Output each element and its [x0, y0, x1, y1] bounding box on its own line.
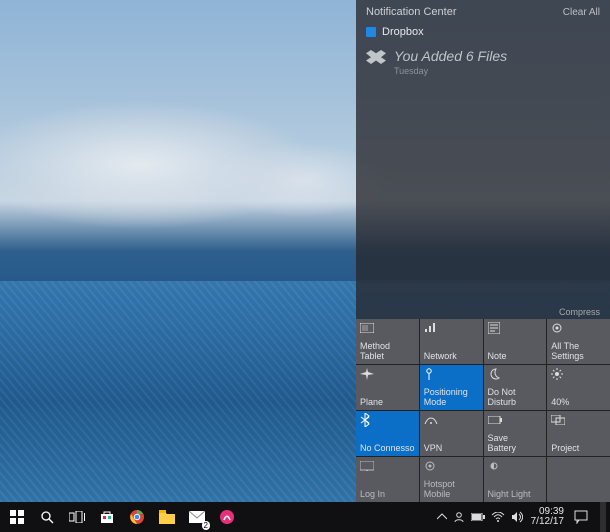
clear-all-button[interactable]: Clear All: [563, 7, 600, 18]
notification-item[interactable]: Dropbox You Added 6 Files Tuesday: [356, 22, 610, 78]
notification-headline: You Added 6 Files: [394, 48, 507, 64]
brightness-icon: [551, 368, 565, 380]
pinned-mail[interactable]: 2: [186, 506, 208, 528]
qa-connect[interactable]: Log In: [356, 457, 419, 502]
qa-label: All The Settings: [551, 342, 606, 361]
notification-center-panel: Notification Center Clear All Dropbox Yo…: [356, 0, 610, 502]
start-button[interactable]: [6, 506, 28, 528]
qa-label: Do Not Disturb: [488, 388, 543, 407]
clock-date: 7/12/17: [531, 517, 564, 527]
windows-icon: [10, 510, 24, 524]
tray-people-icon[interactable]: [453, 511, 465, 523]
gear-icon: [551, 322, 565, 334]
project-icon: [551, 414, 565, 426]
action-center-button[interactable]: [574, 510, 588, 524]
airplane-icon: [360, 368, 374, 380]
notification-app-name: Dropbox: [382, 26, 424, 38]
folder-icon: [159, 510, 175, 524]
collapse-button[interactable]: Compress: [559, 307, 600, 317]
qa-vpn[interactable]: VPN: [420, 411, 483, 456]
pinned-chrome[interactable]: [126, 506, 148, 528]
task-view-icon: [69, 511, 85, 523]
qa-label: VPN: [424, 444, 479, 453]
search-button[interactable]: [36, 506, 58, 528]
qa-label: Note: [488, 352, 543, 361]
connect-icon: [360, 460, 374, 472]
qa-project[interactable]: Project: [547, 411, 610, 456]
generic-app-icon: [219, 509, 235, 525]
qa-label: Save Battery: [488, 434, 543, 453]
moon-icon: [488, 368, 502, 380]
task-view-button[interactable]: [66, 506, 88, 528]
qa-network[interactable]: Network: [420, 319, 483, 364]
pinned-store[interactable]: [96, 506, 118, 528]
quick-actions-grid: Method Tablet Network Note All The Setti…: [356, 319, 610, 502]
qa-label: Hotspot Mobile: [424, 480, 479, 499]
panel-title: Notification Center: [366, 6, 457, 18]
signal-icon: [424, 322, 438, 334]
qa-battery-saver[interactable]: Save Battery: [484, 411, 547, 456]
note-icon: [488, 322, 502, 334]
qa-brightness[interactable]: 40%: [547, 365, 610, 410]
qa-label: Network: [424, 352, 479, 361]
dropbox-icon: [366, 50, 386, 68]
qa-label: Project: [551, 444, 606, 453]
qa-hotspot[interactable]: Hotspot Mobile: [420, 457, 483, 502]
search-icon: [40, 510, 54, 524]
taskbar-clock[interactable]: 09:39 7/12/17: [531, 507, 566, 527]
store-icon: [100, 510, 114, 524]
show-desktop-button[interactable]: [600, 502, 606, 532]
qa-label: Log In: [360, 490, 415, 499]
qa-bluetooth[interactable]: No Connesso: [356, 411, 419, 456]
night-icon: [488, 460, 502, 472]
tray-wifi-icon[interactable]: [491, 512, 505, 522]
tray-chevron-up-icon[interactable]: [437, 513, 447, 521]
qa-note[interactable]: Note: [484, 319, 547, 364]
qa-location[interactable]: Positioning Mode: [420, 365, 483, 410]
chrome-icon: [129, 509, 145, 525]
qa-empty: [547, 457, 610, 502]
dropbox-app-icon: [366, 27, 376, 37]
qa-airplane-mode[interactable]: Plane: [356, 365, 419, 410]
qa-label: No Connesso: [360, 444, 415, 453]
qa-night-light[interactable]: Night Light: [484, 457, 547, 502]
qa-do-not-disturb[interactable]: Do Not Disturb: [484, 365, 547, 410]
qa-tablet-mode[interactable]: Method Tablet: [356, 319, 419, 364]
qa-label: Method Tablet: [360, 342, 415, 361]
battery-icon: [488, 414, 502, 426]
qa-label: Night Light: [488, 490, 543, 499]
notification-timestamp: Tuesday: [394, 66, 507, 76]
bluetooth-icon: [360, 414, 374, 426]
hotspot-icon: [424, 460, 438, 472]
qa-all-settings[interactable]: All The Settings: [547, 319, 610, 364]
pinned-explorer[interactable]: [156, 506, 178, 528]
tray-volume-icon[interactable]: [511, 511, 523, 523]
system-tray: [437, 511, 523, 523]
vpn-icon: [424, 414, 438, 426]
qa-label: Plane: [360, 398, 415, 407]
qa-label: 40%: [551, 398, 606, 407]
pinned-app[interactable]: [216, 506, 238, 528]
tray-battery-icon[interactable]: [471, 513, 485, 521]
location-icon: [424, 368, 438, 380]
mail-badge: 2: [202, 521, 210, 530]
taskbar: 2 09:39 7/12/17: [0, 502, 610, 532]
tablet-icon: [360, 322, 374, 334]
qa-label: Positioning Mode: [424, 388, 479, 407]
